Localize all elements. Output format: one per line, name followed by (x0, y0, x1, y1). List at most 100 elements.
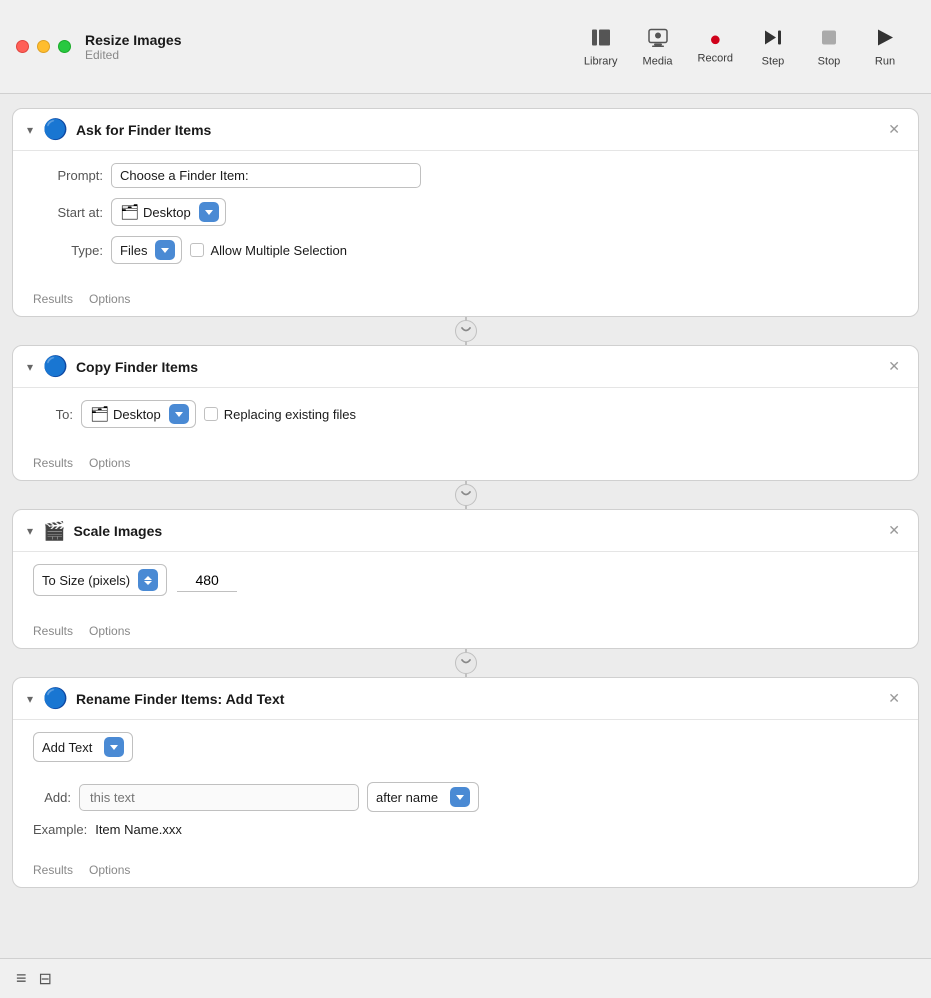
card2-replacing-label: Replacing existing files (224, 407, 356, 422)
card1-options-link[interactable]: Options (89, 292, 130, 306)
card2-to-select[interactable]: 🗂 Desktop (81, 400, 196, 428)
card2-title: Copy Finder Items (76, 359, 876, 375)
arr-down-icon (144, 581, 152, 585)
card1-body: Prompt: Start at: 🗂 Desktop Type: Files (13, 151, 918, 286)
card2-results-link[interactable]: Results (33, 456, 73, 470)
card2-close[interactable]: ✕ (884, 356, 904, 377)
card1-startat-select[interactable]: 🗂 Desktop (111, 198, 226, 226)
card2-chevron[interactable]: ▾ (27, 360, 33, 374)
card1-title: Ask for Finder Items (76, 122, 876, 138)
card1-startat-label: Start at: (33, 205, 103, 220)
card1-header: ▾ 🔵 Ask for Finder Items ✕ (13, 109, 918, 151)
card1-prompt-input[interactable] (111, 163, 421, 188)
stop-button[interactable]: Stop (803, 20, 855, 73)
card3-close[interactable]: ✕ (884, 520, 904, 541)
card1-results-link[interactable]: Results (33, 292, 73, 306)
close-button[interactable] (16, 40, 29, 53)
card1-icon: 🔵 (43, 120, 68, 140)
card3-chevron[interactable]: ▾ (27, 524, 33, 538)
run-button[interactable]: Run (859, 20, 911, 73)
step-button[interactable]: Step (747, 20, 799, 73)
rename-finder-items-card: ▾ 🔵 Rename Finder Items: Add Text ✕ Add … (12, 677, 919, 888)
card4-addtext-value: Add Text (42, 740, 92, 755)
card3-scale-type-select[interactable]: To Size (pixels) (33, 564, 167, 596)
card4-results-link[interactable]: Results (33, 863, 73, 877)
card1-startat-row: Start at: 🗂 Desktop (33, 198, 898, 226)
card2-options-link[interactable]: Options (89, 456, 130, 470)
stop-label: Stop (818, 55, 841, 67)
card3-results-link[interactable]: Results (33, 624, 73, 638)
card1-type-row: Type: Files Allow Multiple Selection (33, 236, 898, 264)
connector-3 (12, 649, 919, 677)
card1-chevron[interactable]: ▾ (27, 123, 33, 137)
card2-checkbox[interactable] (204, 407, 218, 421)
connector-arrow-1 (455, 320, 477, 342)
card4-example-value: Item Name.xxx (95, 822, 182, 837)
card2-replacing[interactable]: Replacing existing files (204, 407, 356, 422)
grid-view-icon[interactable]: ⊟ (39, 969, 52, 989)
app-title: Resize Images (85, 32, 182, 48)
list-view-icon[interactable]: ≡ (16, 968, 27, 989)
record-button[interactable]: ● Record (688, 23, 743, 70)
card1-type-arrow (155, 240, 175, 260)
toolbar: Library Media ● Record (574, 20, 911, 73)
card1-allow-multiple[interactable]: Allow Multiple Selection (190, 243, 347, 258)
card2-to-arrow (169, 404, 189, 424)
app-subtitle: Edited (85, 48, 182, 62)
card4-add-row: Add: after name (33, 782, 898, 812)
card4-title: Rename Finder Items: Add Text (76, 691, 876, 707)
card4-example-row: Example: Item Name.xxx (33, 822, 898, 837)
card3-title: Scale Images (73, 523, 876, 539)
record-label: Record (698, 52, 733, 64)
card4-addtext-row: Add Text (33, 732, 898, 772)
card3-options-link[interactable]: Options (89, 624, 130, 638)
card2-to-value: Desktop (113, 407, 161, 422)
card1-checkbox[interactable] (190, 243, 204, 257)
media-label: Media (643, 55, 673, 67)
card4-body: Add Text Add: after name Example: (13, 720, 918, 857)
card1-startat-arrow (199, 202, 219, 222)
connector-1 (12, 317, 919, 345)
minimize-button[interactable] (37, 40, 50, 53)
card3-scale-row: To Size (pixels) (33, 564, 898, 596)
step-icon (762, 26, 784, 52)
folder-icon: 🗂 (120, 203, 139, 221)
library-button[interactable]: Library (574, 20, 628, 73)
card4-addtext-select[interactable]: Add Text (33, 732, 133, 762)
titlebar: Resize Images Edited Library Medi (0, 0, 931, 94)
card2-to-row: To: 🗂 Desktop Replacing existing files (33, 400, 898, 428)
arr-up-icon (144, 576, 152, 580)
card1-close[interactable]: ✕ (884, 119, 904, 140)
card1-type-label: Type: (33, 243, 103, 258)
card4-chevron[interactable]: ▾ (27, 692, 33, 706)
folder-icon-2: 🗂 (90, 405, 109, 423)
main-content: ▾ 🔵 Ask for Finder Items ✕ Prompt: Start… (0, 94, 931, 952)
card4-after-name-select[interactable]: after name (367, 782, 479, 812)
connector-arrow-3 (455, 652, 477, 674)
card4-close[interactable]: ✕ (884, 688, 904, 709)
card3-scale-type: To Size (pixels) (42, 573, 130, 588)
media-button[interactable]: Media (632, 20, 684, 73)
card2-header: ▾ 🔵 Copy Finder Items ✕ (13, 346, 918, 388)
card4-after-name-arrow (450, 787, 470, 807)
connector-2 (12, 481, 919, 509)
card4-addtext-arrow (104, 737, 124, 757)
record-icon: ● (709, 29, 721, 49)
step-label: Step (762, 55, 785, 67)
card1-type-select[interactable]: Files (111, 236, 182, 264)
card2-to-label: To: (33, 407, 73, 422)
card3-header: ▾ 🎬 Scale Images ✕ (13, 510, 918, 552)
card4-icon: 🔵 (43, 689, 68, 709)
connector-arrow-2 (455, 484, 477, 506)
card1-prompt-row: Prompt: (33, 163, 898, 188)
maximize-button[interactable] (58, 40, 71, 53)
traffic-lights (16, 40, 71, 53)
card4-add-label: Add: (33, 790, 71, 805)
card4-text-input[interactable] (79, 784, 359, 811)
card4-after-name-value: after name (376, 790, 438, 805)
bottom-bar: ≡ ⊟ (0, 958, 931, 998)
media-icon (647, 26, 669, 52)
card4-options-link[interactable]: Options (89, 863, 130, 877)
library-icon (590, 26, 612, 52)
card3-scale-value-input[interactable] (177, 569, 237, 592)
